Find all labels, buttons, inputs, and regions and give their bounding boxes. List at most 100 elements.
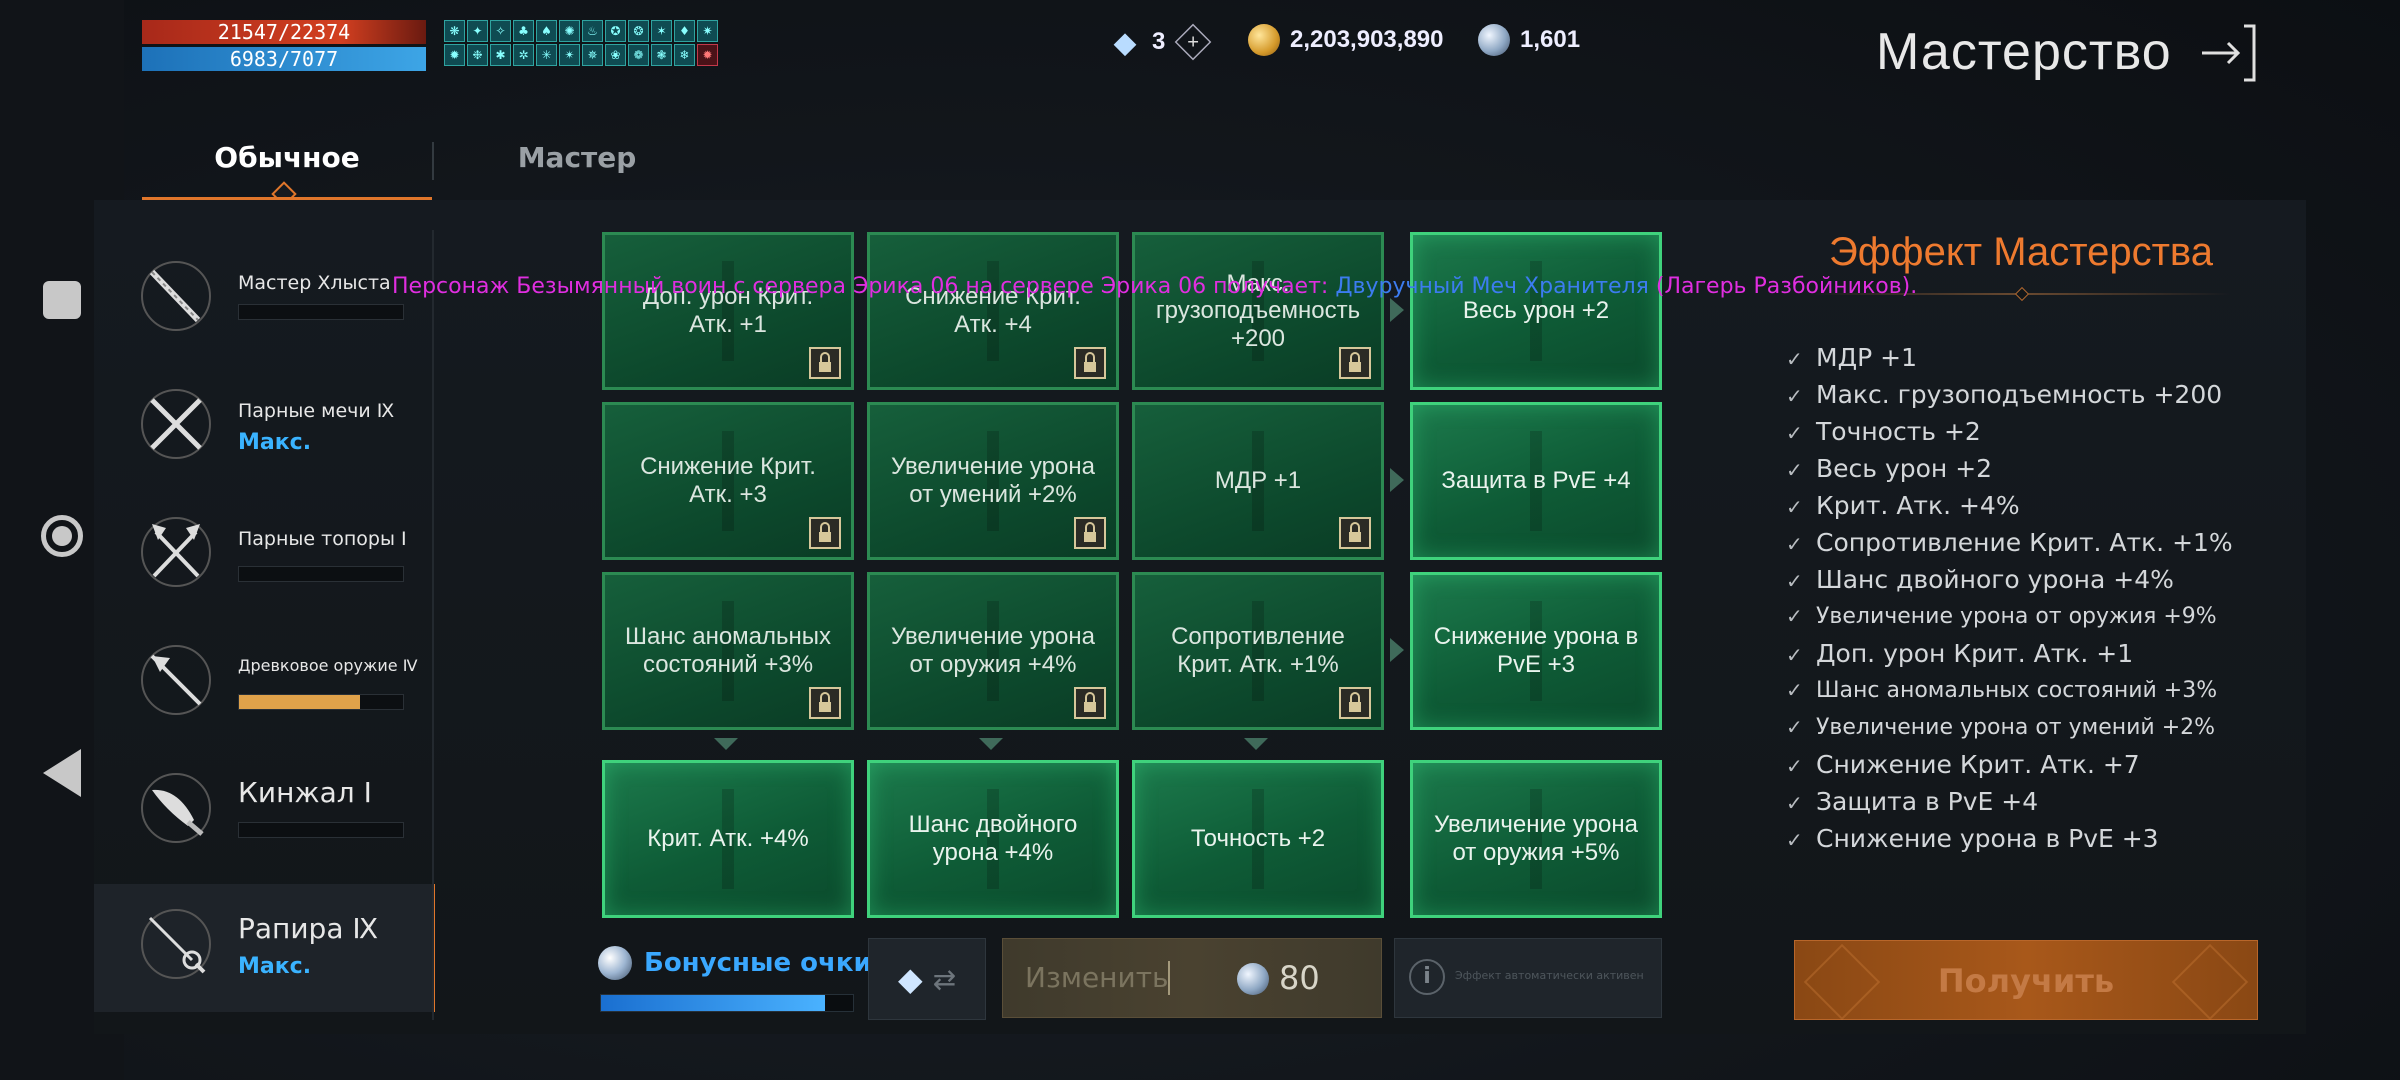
mastery-node[interactable]: Увеличение урона от оружия +4% — [867, 572, 1119, 730]
node-label: МДР +1 — [1214, 467, 1302, 495]
buff-icon: ✴ — [559, 44, 580, 66]
check-icon: ✓ — [1786, 604, 1803, 628]
bonus-progress-bar — [600, 994, 854, 1012]
weapon-item-polearm[interactable]: Древковое оружие Ⅳ — [94, 604, 432, 732]
receive-button[interactable]: Получить — [1794, 940, 2258, 1021]
buff-icon: ❄ — [674, 44, 695, 66]
weapon-name: Кинжал Ⅰ — [238, 776, 372, 809]
check-icon: ✓ — [1786, 347, 1803, 371]
arrow-right-icon — [1390, 638, 1404, 662]
mp-bar: 6983/7077 — [142, 47, 426, 71]
tab-bar: Обычное Мастер — [142, 126, 682, 207]
tab-normal[interactable]: Обычное — [142, 126, 432, 207]
buff-icon: ✷ — [697, 20, 718, 42]
buff-icon: ❀ — [605, 44, 626, 66]
mastery-node[interactable]: Снижение Крит. Атк. +3 — [602, 402, 854, 560]
check-icon: ✓ — [1786, 715, 1803, 739]
buff-icons[interactable]: ❋ ✦ ✧ ♣ ♠ ✺ ♨ ✪ ❂ ✶ ♦ ✷ ✹ ❉ ✱ ✲ ✳ ✴ ✵ ❀ … — [444, 20, 720, 66]
effect-item: ✓ Шанс аномальных состояний +3% — [1786, 672, 2256, 709]
check-icon: ✓ — [1786, 384, 1803, 408]
add-diamond-button[interactable]: + — [1175, 23, 1212, 61]
arrow-down-icon — [1244, 738, 1268, 750]
buff-icon: ✲ — [513, 44, 534, 66]
diamond-icon: ◆ — [897, 960, 923, 998]
lock-icon — [809, 347, 841, 379]
buff-icon: ✪ — [605, 20, 626, 42]
check-icon: ✓ — [1786, 458, 1803, 482]
tab-master[interactable]: Мастер — [432, 126, 722, 200]
home-button[interactable] — [34, 508, 90, 564]
square-icon — [43, 281, 81, 319]
weapon-item-whip[interactable]: Мастер Хлыста — [94, 220, 432, 348]
mastery-node[interactable]: Шанс двойного урона +4% — [867, 760, 1119, 918]
lock-icon — [1074, 517, 1106, 549]
gold-currency: 2,203,903,890 — [1248, 24, 1443, 56]
mastery-node[interactable]: Весь урон +2 — [1410, 232, 1662, 390]
node-label: Снижение Крит. Атк. +3 — [640, 453, 816, 508]
buff-icon: ❃ — [651, 44, 672, 66]
effects-title: Эффект Мастерства — [1829, 230, 2213, 274]
check-icon: ✓ — [1786, 791, 1803, 815]
mastery-node[interactable]: Защита в PvE +4 — [1410, 402, 1662, 560]
check-icon: ✓ — [1786, 754, 1803, 778]
bonus-label: Бонусные очки — [644, 948, 872, 978]
lock-icon — [1074, 687, 1106, 719]
mastery-node[interactable]: Снижение урона в PvE +3 — [1410, 572, 1662, 730]
lock-icon — [809, 517, 841, 549]
weapon-item-dual-axes[interactable]: Парные топоры Ⅰ — [94, 476, 432, 604]
orb-icon — [1237, 963, 1269, 995]
mastery-node[interactable]: Доп. урон Крит. Атк. +1 — [602, 232, 854, 390]
mastery-node[interactable]: Точность +2 — [1132, 760, 1384, 918]
buff-icon: ❁ — [628, 44, 649, 66]
check-icon: ✓ — [1786, 532, 1803, 556]
mastery-effects-panel: Эффект Мастерства ✓ МДР +1 ✓ Макс. грузопо… — [1786, 230, 2256, 857]
node-label: Шанс аномальных состояний +3% — [624, 623, 832, 678]
tab-normal-label: Обычное — [214, 141, 360, 174]
buff-icon: ✧ — [490, 20, 511, 42]
info-button[interactable]: i Эффект автоматически активен — [1394, 938, 1662, 1018]
change-label: Изменить — [1025, 961, 1169, 994]
weapon-progress-bar — [238, 694, 404, 710]
lock-icon — [1074, 347, 1106, 379]
recent-apps-button[interactable] — [34, 272, 90, 328]
mastery-node[interactable]: Крит. Атк. +4% — [602, 760, 854, 918]
weapon-progress-bar — [238, 304, 404, 320]
tab-master-label: Мастер — [517, 141, 637, 174]
exit-icon[interactable] — [2200, 22, 2258, 84]
mastery-node[interactable]: Снижение Крит. Атк. +4 — [867, 232, 1119, 390]
dagger-icon — [141, 773, 211, 843]
weapon-name: Древковое оружие Ⅳ — [238, 656, 418, 675]
rapier-icon — [141, 909, 211, 979]
weapon-item-dagger[interactable]: Кинжал Ⅰ — [94, 732, 432, 860]
change-button[interactable]: Изменить 80 — [1002, 938, 1382, 1018]
mastery-node[interactable]: Шанс аномальных состояний +3% — [602, 572, 854, 730]
effect-item: ✓ Крит. Атк. +4% — [1786, 487, 2256, 524]
effect-item: ✓ Шанс двойного урона +4% — [1786, 561, 2256, 598]
node-label: Шанс двойного урона +4% — [908, 811, 1078, 866]
weapon-list[interactable]: Мастер Хлыста Парные мечи Ⅸ Макс. Парные… — [94, 220, 435, 1020]
weapon-name: Рапира Ⅸ — [238, 912, 379, 945]
weapon-progress-bar — [238, 566, 404, 582]
back-button[interactable] — [34, 745, 90, 801]
mastery-node[interactable]: Макс. грузоподъемность +200 — [1132, 232, 1384, 390]
weapon-item-rapier[interactable]: Рапира Ⅸ Макс. — [94, 884, 435, 1012]
check-icon: ✓ — [1786, 569, 1803, 593]
lock-icon — [809, 687, 841, 719]
bonus-orb-icon — [598, 946, 632, 980]
node-label: Увеличение урона от оружия +4% — [891, 623, 1095, 678]
weapon-item-dual-swords[interactable]: Парные мечи Ⅸ Макс. — [94, 348, 432, 476]
effect-item: ✓ Сопротивление Крит. Атк. +1% — [1786, 524, 2256, 561]
debuff-icon: ✹ — [697, 44, 718, 66]
mastery-node[interactable]: МДР +1 — [1132, 402, 1384, 560]
mastery-node[interactable]: Сопротивление Крит. Атк. +1% — [1132, 572, 1384, 730]
arrow-right-icon — [1390, 468, 1404, 492]
check-icon: ✓ — [1786, 495, 1803, 519]
check-icon: ✓ — [1786, 678, 1803, 702]
buff-icon: ✺ — [559, 20, 580, 42]
mastery-grid: Доп. урон Крит. Атк. +1 Снижение Крит. А… — [600, 230, 1670, 930]
mastery-node[interactable]: Увеличение урона от оружия +5% — [1410, 760, 1662, 918]
currency-swap-button[interactable]: ◆ ⇄ — [868, 938, 986, 1020]
buff-icon: ♦ — [674, 20, 695, 42]
home-circle-icon — [41, 515, 83, 557]
mastery-node[interactable]: Увеличение урона от умений +2% — [867, 402, 1119, 560]
